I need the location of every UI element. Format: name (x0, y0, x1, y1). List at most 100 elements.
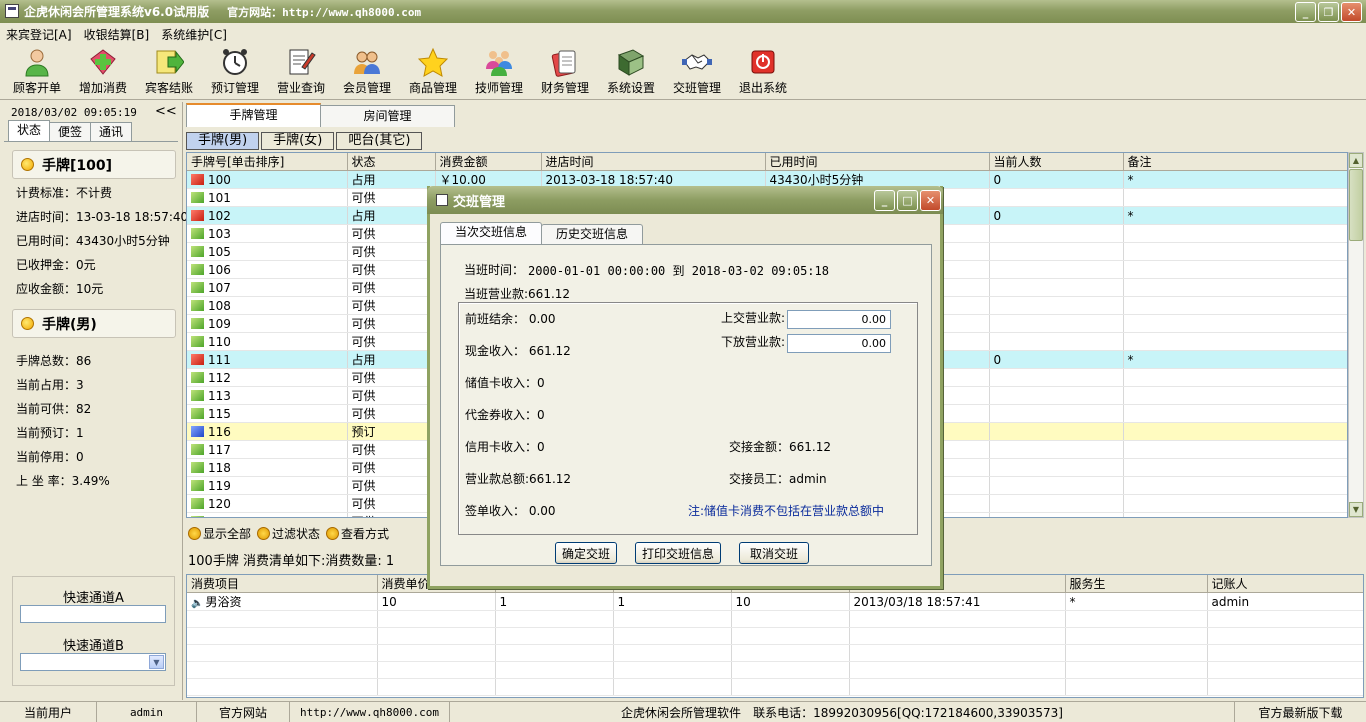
tab-history-shift[interactable]: 历史交班信息 (541, 224, 644, 244)
dialog-title: 交班管理 (453, 194, 506, 210)
tab-contacts[interactable]: 通讯 (90, 122, 132, 141)
table-row[interactable] (187, 678, 1363, 696)
download-latest-link[interactable]: 官方最新版下载 (1234, 702, 1366, 722)
card-number-cell: 110 (187, 332, 348, 351)
column-header[interactable]: 记账人 (1207, 575, 1363, 593)
tab-card-male[interactable]: 手牌(男) (186, 132, 260, 150)
tab-notes[interactable]: 便签 (49, 122, 91, 141)
flag-icon (191, 515, 204, 517)
column-header[interactable]: 当前人数 (989, 153, 1124, 171)
toolbar-member-button[interactable]: 会员管理 (334, 44, 400, 100)
table-row[interactable] (187, 661, 1363, 679)
toolbar-open-order-button[interactable]: 顾客开单 (4, 44, 70, 100)
table-cell (1065, 661, 1208, 679)
tab-status[interactable]: 状态 (8, 120, 50, 141)
dialog-minimize-button[interactable]: _ (874, 190, 895, 211)
user-icon (25, 49, 49, 77)
column-header[interactable]: 消费金额 (435, 153, 542, 171)
toolbar-shift-button[interactable]: 交班管理 (664, 44, 730, 100)
table-cell (495, 644, 614, 662)
card-number-cell: 118 (187, 458, 348, 477)
card-number: 103 (208, 226, 231, 241)
dialog-maximize-button[interactable]: □ (897, 190, 918, 211)
tab-bar-other[interactable]: 吧台(其它) (336, 132, 423, 150)
table-cell (187, 644, 378, 662)
table-row[interactable]: 🔈 男浴资 10 1 1 10 2013/03/18 18:57:41 * admin (187, 592, 1363, 611)
table-cell (1065, 610, 1208, 628)
tab-card-management[interactable]: 手牌管理 (186, 103, 321, 127)
tab-current-shift[interactable]: 当次交班信息 (440, 222, 543, 244)
toolbar-reservation-button[interactable]: 预订管理 (202, 44, 268, 100)
tab-room-management[interactable]: 房间管理 (320, 105, 455, 127)
table-cell (989, 224, 1124, 243)
billing-standard: 计费标准：不计费 (16, 186, 113, 200)
quick-b-select[interactable]: ▼ (20, 653, 166, 671)
view-mode-option[interactable]: 查看方式 (326, 525, 389, 542)
card-number-cell: 105 (187, 242, 348, 261)
filter-status-option[interactable]: 过滤状态 (257, 525, 320, 542)
hand-in-input[interactable]: 0.00 (787, 310, 891, 329)
star-icon (418, 47, 448, 77)
scroll-down-icon[interactable]: ▼ (1349, 502, 1363, 517)
table-cell (377, 678, 496, 696)
menu-system-maintenance[interactable]: 系统维护[C] (155, 26, 233, 43)
confirm-handover-button[interactable]: 确定交班 (555, 542, 617, 564)
column-header[interactable]: 备注 (1123, 153, 1347, 171)
show-all-option[interactable]: 显示全部 (188, 525, 251, 542)
dialog-close-button[interactable]: ✕ (920, 190, 941, 211)
toolbar-add-consumption-button[interactable]: 增加消费 (70, 44, 136, 100)
column-header[interactable]: 手牌号[单击排序] (187, 153, 348, 171)
toolbar-goods-button[interactable]: 商品管理 (400, 44, 466, 100)
view-options: 显示全部 过滤状态 查看方式 (188, 525, 389, 542)
table-cell (1123, 368, 1347, 387)
toolbar-exit-button[interactable]: 退出系统 (730, 44, 796, 100)
table-cell: * (1123, 170, 1347, 189)
quick-a-input[interactable] (20, 605, 166, 623)
tab-card-female[interactable]: 手牌(女) (261, 132, 335, 150)
close-button[interactable]: ✕ (1341, 2, 1362, 22)
table-cell: 可供 (347, 512, 436, 517)
table-row[interactable] (187, 610, 1363, 628)
column-header[interactable]: 状态 (347, 153, 436, 171)
table-cell: 可供 (347, 440, 436, 459)
toolbar-technician-button[interactable]: 技师管理 (466, 44, 532, 100)
restore-button[interactable]: ❐ (1318, 2, 1339, 22)
cancel-handover-button[interactable]: 取消交班 (739, 542, 809, 564)
column-header[interactable]: 服务生 (1065, 575, 1208, 593)
table-row[interactable] (187, 627, 1363, 645)
chevron-down-icon[interactable]: ▼ (149, 655, 164, 669)
column-header[interactable]: 进店时间 (541, 153, 766, 171)
collapse-panel-button[interactable]: << (155, 104, 177, 119)
scroll-up-icon[interactable]: ▲ (1349, 153, 1363, 168)
shift-details-box: 前班结余： 0.00 现金收入： 661.12 储值卡收入：0 代金券收入：0 … (458, 302, 918, 535)
scroll-thumb[interactable] (1349, 169, 1363, 241)
table-cell (187, 627, 378, 645)
table-cell (187, 678, 378, 696)
column-header[interactable]: 已用时间 (765, 153, 990, 171)
toolbar-business-query-button[interactable]: 营业查询 (268, 44, 334, 100)
menu-guest-register[interactable]: 来宾登记[A] (0, 26, 78, 43)
table-cell: 🔈 男浴资 (187, 592, 378, 611)
toolbar-settings-button[interactable]: 系统设置 (598, 44, 664, 100)
table-cell: 可供 (347, 278, 436, 297)
leave-amount-input[interactable]: 0.00 (787, 334, 891, 353)
toolbar-finance-button[interactable]: 财务管理 (532, 44, 598, 100)
table-cell: * (1123, 206, 1347, 225)
table-cell (989, 476, 1124, 495)
toolbar-checkout-button[interactable]: 宾客结账 (136, 44, 202, 100)
menu-checkout[interactable]: 收银结算[B] (78, 26, 156, 43)
card-number-cell: 117 (187, 440, 348, 459)
table-cell (989, 188, 1124, 207)
official-site-url[interactable]: http://www.qh8000.com (290, 702, 450, 722)
cash-income: 现金收入： 661.12 (465, 344, 571, 358)
card-table-scrollbar[interactable]: ▲ ▼ (1348, 152, 1364, 518)
card-number-cell: 115 (187, 404, 348, 423)
column-header[interactable]: 消费项目 (187, 575, 378, 593)
card-number: 107 (208, 280, 231, 295)
table-row[interactable] (187, 644, 1363, 662)
technicians-icon (486, 51, 512, 76)
minimize-button[interactable]: _ (1295, 2, 1316, 22)
print-handover-button[interactable]: 打印交班信息 (635, 542, 721, 564)
table-cell (377, 644, 496, 662)
card-number-cell: 103 (187, 224, 348, 243)
